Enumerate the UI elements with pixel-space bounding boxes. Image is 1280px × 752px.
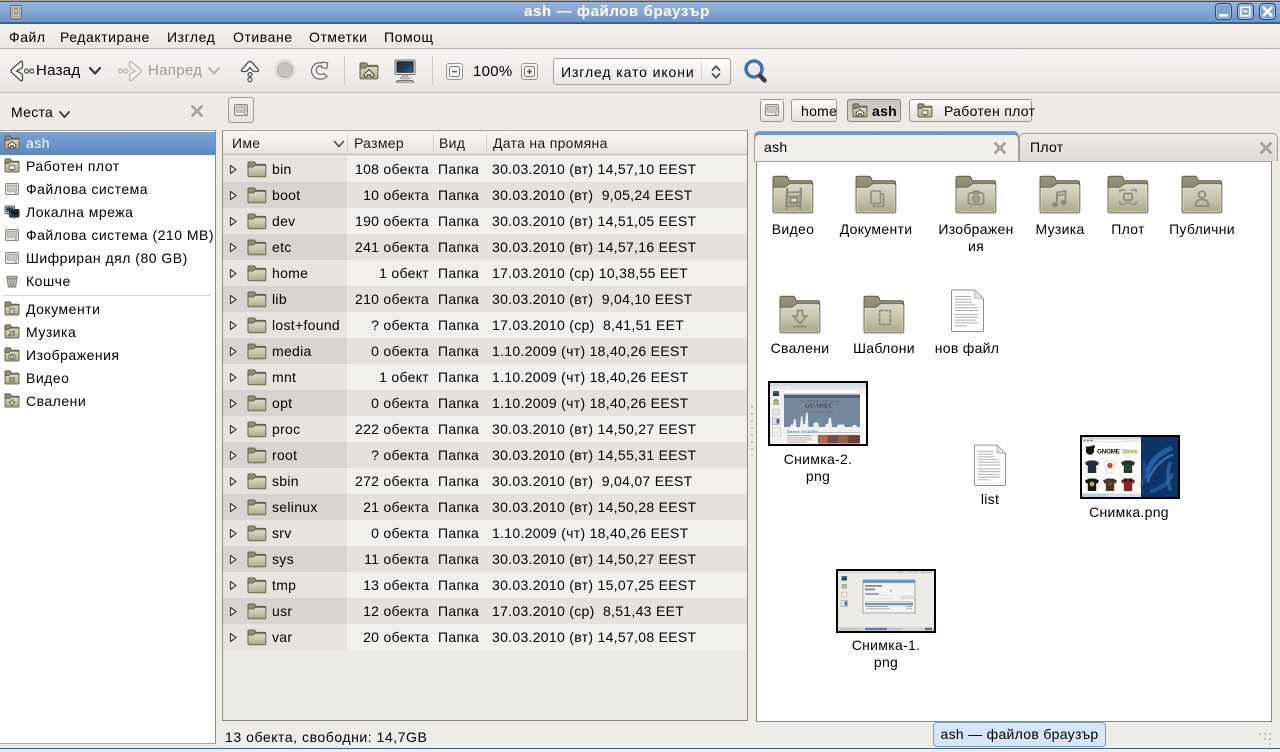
- svg-text:Store: Store: [1122, 449, 1138, 456]
- svg-text:The GNOME conference: The GNOME conference: [799, 399, 838, 403]
- svg-text:July 24-30th, 2010: July 24-30th, 2010: [804, 410, 834, 414]
- svg-text:About GUADEC: About GUADEC: [787, 430, 819, 434]
- svg-text:GUADEC: GUADEC: [805, 403, 834, 410]
- svg-text:GNOME: GNOME: [1097, 449, 1121, 456]
